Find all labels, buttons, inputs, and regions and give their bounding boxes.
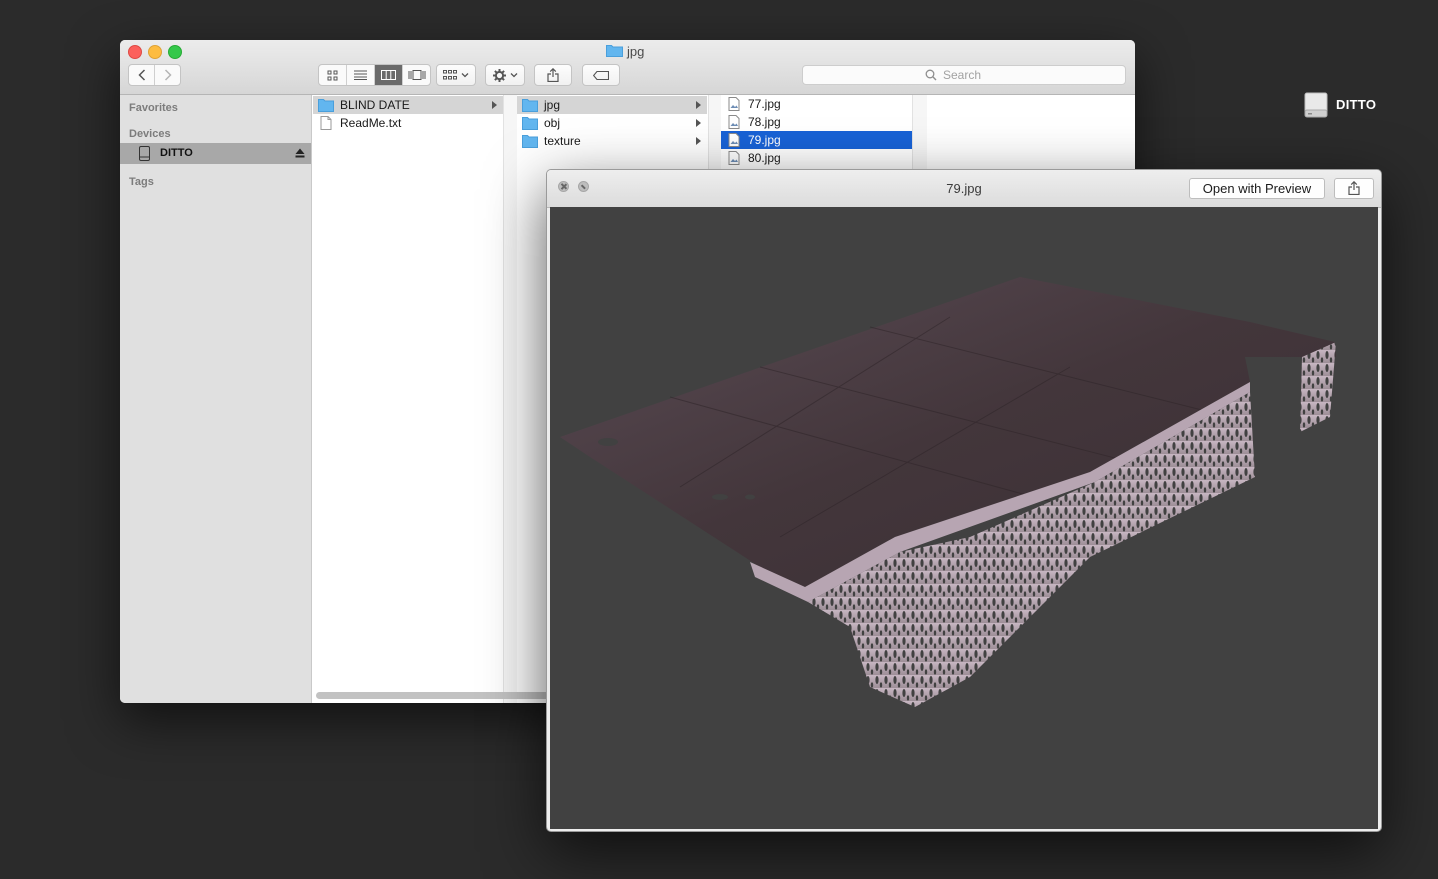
list-item[interactable]: obj [517, 114, 707, 132]
list-item[interactable]: 78.jpg [721, 113, 912, 131]
back-button[interactable] [129, 65, 155, 85]
image-file-icon [728, 133, 740, 147]
item-name: 80.jpg [748, 151, 781, 165]
tag-icon [593, 70, 609, 80]
list-item[interactable]: BLIND DATE [313, 96, 503, 114]
list-item[interactable]: texture [517, 132, 707, 150]
minimize-button[interactable] [148, 45, 162, 59]
desktop-drive-label: DITTO [1336, 97, 1377, 112]
search-field[interactable]: Search [802, 65, 1126, 85]
share-icon [1348, 181, 1360, 195]
drive-icon [139, 146, 150, 161]
columns-icon [381, 70, 396, 80]
cover-flow-view-button[interactable] [403, 65, 430, 85]
item-name: texture [544, 134, 581, 148]
item-name: obj [544, 116, 561, 130]
folder-icon [606, 45, 623, 57]
view-mode-control [318, 64, 431, 86]
sidebar-item-ditto[interactable]: DITTO [120, 143, 311, 164]
external-drive-icon [1304, 92, 1328, 118]
item-name: 79.jpg [748, 133, 781, 147]
close-button[interactable] [128, 45, 142, 59]
list-view-button[interactable] [347, 65, 375, 85]
list-icon [354, 70, 367, 80]
share-icon [547, 68, 559, 82]
grid-icon [327, 70, 338, 80]
disclosure-arrow-icon [696, 137, 701, 145]
eject-icon[interactable] [295, 148, 305, 158]
arrange-button[interactable] [436, 64, 476, 86]
disclosure-arrow-icon [696, 101, 701, 109]
list-item[interactable]: 77.jpg [721, 95, 912, 113]
chevron-down-icon [461, 73, 469, 78]
text-file-icon [320, 116, 332, 130]
finder-sidebar: Favorites Devices DITTO Tags [120, 95, 312, 703]
folder-icon [522, 99, 538, 112]
desktop-drive-ditto[interactable]: DITTO [1304, 92, 1394, 122]
preview-image [560, 277, 1336, 707]
browser-column-1: BLIND DATE ReadMe.txt || [313, 95, 503, 703]
edit-tags-button[interactable] [582, 64, 620, 86]
icon-view-button[interactable] [319, 65, 347, 85]
arrange-grid-icon [443, 70, 457, 80]
quicklook-titlebar: 79.jpg Open with Preview [547, 170, 1381, 208]
list-item[interactable]: 79.jpg [721, 131, 912, 149]
share-button[interactable] [534, 64, 572, 86]
quicklook-share-button[interactable] [1334, 178, 1374, 199]
image-preview [550, 207, 1378, 829]
list-item[interactable]: ReadMe.txt [313, 114, 503, 132]
window-title-text: jpg [627, 44, 645, 59]
horizontal-scrollbar[interactable] [316, 692, 556, 699]
chevron-left-icon [137, 69, 145, 81]
chevron-down-icon [510, 73, 517, 78]
folder-icon [318, 99, 334, 112]
nav-back-forward [128, 64, 181, 86]
action-button[interactable] [485, 64, 525, 86]
disclosure-arrow-icon [696, 119, 701, 127]
item-name: BLIND DATE [340, 98, 410, 112]
column-view-button[interactable] [375, 65, 403, 85]
open-with-preview-button[interactable]: Open with Preview [1189, 178, 1325, 199]
image-file-icon [728, 97, 740, 111]
sidebar-header-devices: Devices [129, 128, 171, 140]
item-name: 77.jpg [748, 97, 781, 111]
folder-icon [522, 117, 538, 130]
search-placeholder: Search [943, 68, 982, 82]
sidebar-header-favorites: Favorites [129, 102, 178, 114]
disclosure-arrow-icon [492, 101, 497, 109]
item-name: jpg [544, 98, 561, 112]
search-icon [925, 69, 937, 81]
forward-button[interactable] [155, 65, 180, 85]
sidebar-header-tags: Tags [129, 176, 154, 188]
column-divider[interactable] [503, 95, 517, 703]
zoom-button[interactable] [168, 45, 182, 59]
item-name: ReadMe.txt [340, 116, 402, 130]
cover-flow-icon [408, 70, 425, 80]
finder-toolbar: jpg Search [120, 40, 1135, 95]
quicklook-window: 79.jpg Open with Preview [546, 169, 1382, 832]
image-file-icon [728, 115, 740, 129]
image-file-icon [728, 151, 740, 165]
chevron-right-icon [164, 69, 172, 81]
item-name: 78.jpg [748, 115, 781, 129]
gear-icon [492, 68, 506, 82]
sidebar-item-label: DITTO [160, 147, 193, 159]
list-item[interactable]: 80.jpg [721, 149, 912, 167]
list-item[interactable]: jpg [517, 96, 707, 114]
folder-icon [522, 135, 538, 148]
